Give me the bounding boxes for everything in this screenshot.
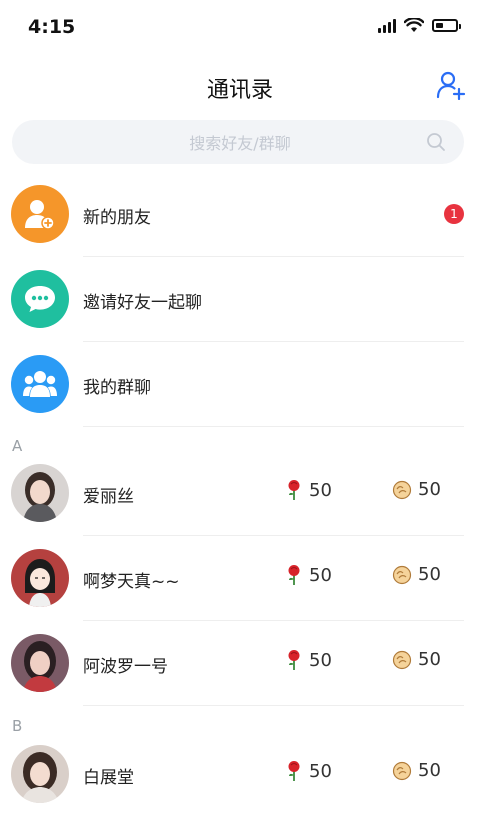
avatar[interactable] (11, 745, 69, 803)
rose-count-value: 50 (309, 479, 332, 501)
add-user-icon (11, 185, 69, 243)
status-time: 4:15 (28, 16, 76, 38)
my-groups-item[interactable]: 我的群聊 (0, 342, 480, 427)
search-bar (12, 120, 468, 166)
contact-row[interactable]: 白展堂 50 50 (0, 732, 480, 817)
invite-friends-label: 邀请好友一起聊 (83, 293, 202, 313)
battery-icon (432, 19, 461, 32)
bun-count-value: 50 (418, 760, 441, 781)
rose-icon (288, 480, 300, 500)
rose-icon (288, 650, 300, 670)
bun-count-value: 50 (418, 649, 441, 670)
status-icons (378, 18, 461, 33)
rose-count-value: 50 (309, 649, 332, 671)
new-friends-badge: 1 (444, 204, 464, 224)
avatar[interactable] (11, 464, 69, 522)
divider (83, 705, 464, 706)
contact-row[interactable]: 啊梦天真~~ 50 50 (0, 536, 480, 621)
new-friends-label: 新的朋友 (83, 208, 151, 228)
bun-icon (392, 480, 412, 499)
avatar[interactable] (11, 549, 69, 607)
avatar[interactable] (11, 634, 69, 692)
bun-count: 50 (392, 564, 441, 585)
function-list: 新的朋友 1 邀请好友一起聊 我的群聊 (0, 172, 480, 427)
rose-count-value: 50 (309, 760, 332, 782)
page-title: 通讯录 (206, 78, 273, 103)
bun-count: 50 (392, 760, 441, 781)
rose-count-value: 50 (309, 564, 332, 586)
wifi-icon (404, 18, 424, 32)
contact-name: 啊梦天真~~ (83, 572, 180, 592)
contact-name: 白展堂 (83, 768, 134, 788)
add-friend-icon[interactable] (436, 70, 466, 100)
new-friends-item[interactable]: 新的朋友 1 (0, 172, 480, 257)
bun-count: 50 (392, 649, 441, 670)
rose-icon (288, 761, 300, 781)
search-input[interactable] (12, 120, 468, 166)
contact-row[interactable]: 爱丽丝 50 50 (0, 451, 480, 536)
header: 通讯录 (0, 56, 480, 116)
signal-icon (378, 18, 396, 33)
rose-count: 50 (285, 479, 332, 501)
bun-icon (392, 650, 412, 669)
contact-name: 阿波罗一号 (83, 657, 168, 677)
bun-count-value: 50 (418, 564, 441, 585)
search-icon[interactable] (426, 132, 446, 152)
bun-count-value: 50 (418, 479, 441, 500)
divider (83, 426, 464, 427)
chat-bubble-icon (11, 270, 69, 328)
bun-icon (392, 761, 412, 780)
contact-name: 爱丽丝 (83, 487, 134, 507)
my-groups-label: 我的群聊 (83, 378, 151, 398)
rose-count: 50 (285, 564, 332, 586)
invite-friends-item[interactable]: 邀请好友一起聊 (0, 257, 480, 342)
contact-row[interactable]: 阿波罗一号 50 50 (0, 621, 480, 706)
bun-count: 50 (392, 479, 441, 500)
rose-icon (288, 565, 300, 585)
bun-icon (392, 565, 412, 584)
rose-count: 50 (285, 760, 332, 782)
rose-count: 50 (285, 649, 332, 671)
status-bar: 4:15 (0, 0, 480, 56)
group-icon (11, 355, 69, 413)
